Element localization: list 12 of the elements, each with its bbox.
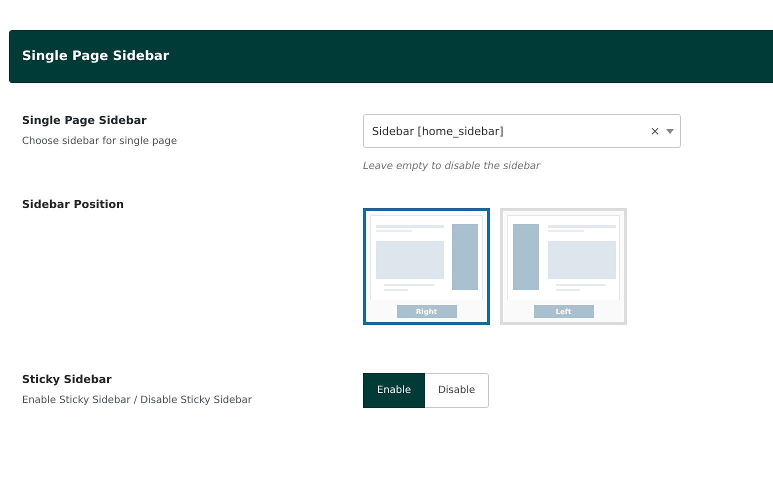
section-title: Single Page Sidebar bbox=[22, 49, 170, 64]
setting-label: Sidebar Position bbox=[22, 198, 125, 211]
sidebar-select[interactable]: Sidebar [home_sidebar] × bbox=[363, 114, 681, 148]
setting-label: Sticky Sidebar bbox=[22, 373, 113, 386]
caret-icon[interactable] bbox=[666, 128, 674, 134]
toggle-button[interactable]: Enable bbox=[363, 373, 426, 408]
hint-text: Leave empty to disable the sidebar bbox=[363, 161, 542, 172]
toggle-button[interactable]: Disable bbox=[425, 373, 490, 408]
setting-label: Single Page Sidebar bbox=[22, 114, 148, 127]
clear-icon[interactable]: × bbox=[650, 124, 660, 138]
setting-description: Enable Sticky Sidebar / Disable Sticky Sidebar bbox=[22, 395, 253, 406]
setting-description: Choose sidebar for single page bbox=[22, 136, 178, 147]
